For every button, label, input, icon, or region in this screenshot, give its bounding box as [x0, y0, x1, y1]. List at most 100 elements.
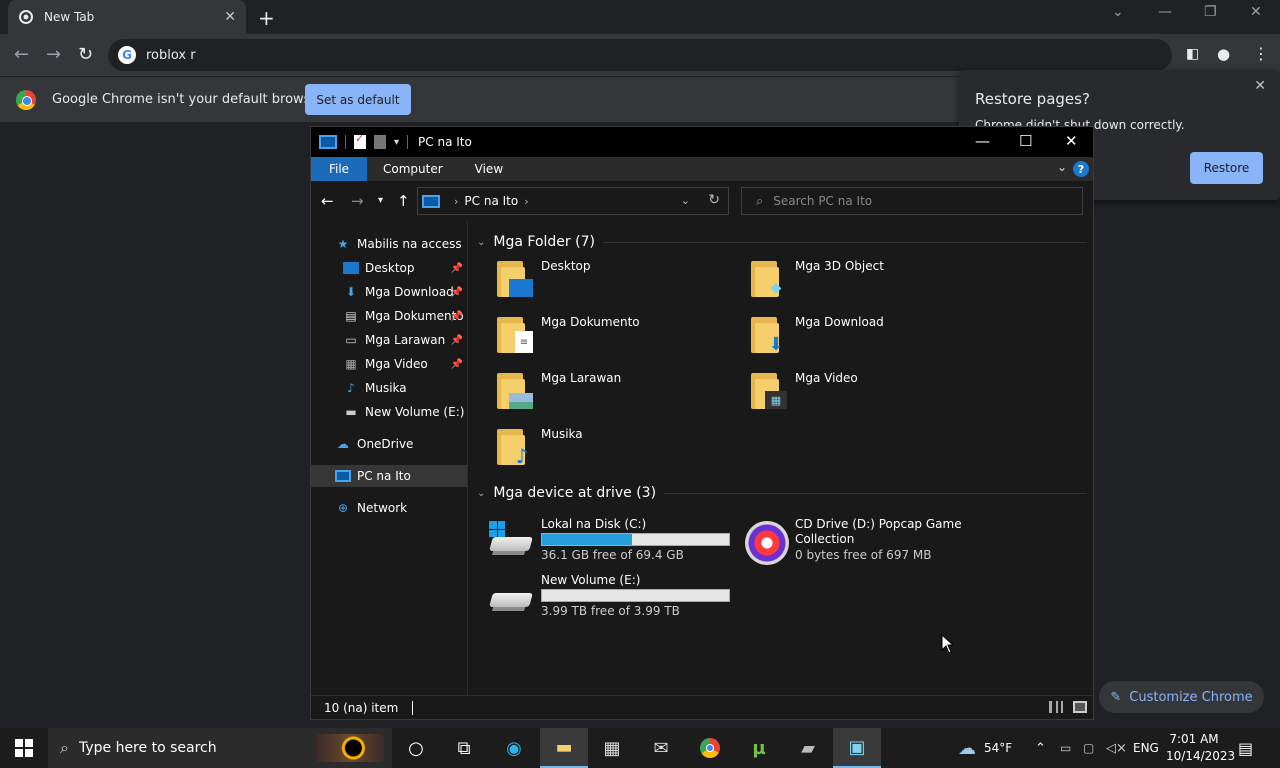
restore-window-icon[interactable]: ❐ — [1204, 4, 1217, 20]
customize-chrome-button[interactable]: ✎ Customize Chrome — [1099, 681, 1264, 713]
side-panel-icon[interactable]: ◧ — [1186, 46, 1199, 62]
clock[interactable]: 7:01 AM 10/14/2023 — [1166, 731, 1235, 765]
large-icons-view-icon[interactable] — [1073, 701, 1087, 713]
search-highlight-image[interactable] — [316, 734, 384, 762]
address-bar[interactable]: › PC na Ito › ⌄ ↻ — [417, 187, 729, 215]
folder-music[interactable]: ♪ Musika — [495, 427, 735, 475]
breadcrumb-separator-icon[interactable]: › — [524, 195, 528, 208]
refresh-icon[interactable]: ↻ — [708, 192, 720, 208]
folder-3d-objects[interactable]: ◆ Mga 3D Object — [749, 259, 989, 307]
windows-logo-icon — [15, 739, 33, 757]
breadcrumb-separator-icon[interactable]: › — [454, 195, 458, 208]
maximize-icon[interactable]: ☐ — [1019, 132, 1032, 150]
drive-icon — [489, 577, 533, 617]
meet-now-icon[interactable]: ▭ — [1060, 728, 1071, 768]
nav-documents[interactable]: ▤ Mga Dokumento 📌 — [311, 305, 467, 327]
nav-new-volume[interactable]: ▬ New Volume (E:) — [311, 401, 467, 423]
tab-file[interactable]: File — [311, 157, 367, 181]
expand-ribbon-icon[interactable]: ⌄ — [1057, 160, 1067, 174]
forward-icon[interactable]: → — [46, 44, 61, 65]
volume-muted-icon[interactable]: ◁× — [1106, 728, 1127, 768]
folder-videos[interactable]: ▦ Mga Video — [749, 371, 989, 419]
nav-desktop[interactable]: Desktop 📌 — [311, 257, 467, 279]
app-icon[interactable]: ▰ — [784, 728, 832, 768]
show-hidden-icons-icon[interactable]: ⌃ — [1035, 728, 1046, 768]
drives-group-header[interactable]: ⌄ Mga device at drive (3) — [477, 485, 1087, 501]
divider — [407, 135, 409, 149]
nav-pictures[interactable]: ▭ Mga Larawan 📌 — [311, 329, 467, 351]
restore-button[interactable]: Restore — [1190, 152, 1263, 184]
folder-downloads[interactable]: ⬇ Mga Download — [749, 315, 989, 363]
folder-label: Mga Video — [795, 371, 858, 385]
close-popup-icon[interactable]: ✕ — [1254, 78, 1266, 94]
start-button[interactable] — [0, 728, 48, 768]
network-status-icon[interactable]: ▢ — [1083, 728, 1094, 768]
file-explorer-icon[interactable]: ▬ — [540, 728, 588, 768]
omnibox[interactable]: G roblox r — [108, 39, 1172, 71]
tab-new-tab[interactable]: New Tab ✕ — [8, 0, 246, 34]
up-icon[interactable]: ↑ — [397, 192, 410, 210]
recent-locations-icon[interactable]: ▾ — [378, 195, 383, 206]
collapse-chevron-icon[interactable]: ⌄ — [477, 488, 485, 499]
profile-icon[interactable]: ● — [1217, 45, 1230, 63]
drive-d[interactable]: CD Drive (D:) Popcap Game Collection 0 b… — [743, 517, 1003, 567]
nav-this-pc[interactable]: PC na Ito — [311, 465, 467, 487]
drive-c[interactable]: Lokal na Disk (C:) 36.1 GB free of 69.4 … — [489, 517, 749, 567]
utorrent-icon[interactable]: µ — [735, 728, 783, 768]
nav-onedrive[interactable]: ☁ OneDrive — [311, 433, 467, 455]
pencil-icon: ✎ — [1110, 689, 1122, 705]
weather-widget[interactable]: ☁ 54°F — [958, 728, 1012, 768]
forward-icon[interactable]: → — [351, 192, 364, 210]
nav-quick-access[interactable]: ★ Mabilis na access — [311, 233, 467, 255]
cortana-icon[interactable]: ○ — [392, 728, 440, 768]
tab-computer[interactable]: Computer — [367, 157, 459, 181]
tab-search-icon[interactable]: ⌄ — [1112, 4, 1124, 20]
drive-label-line2: Collection — [795, 532, 855, 546]
nav-videos[interactable]: ▦ Mga Video 📌 — [311, 353, 467, 375]
drive-e[interactable]: New Volume (E:) 3.99 TB free of 3.99 TB — [489, 573, 749, 623]
address-dropdown-icon[interactable]: ⌄ — [681, 194, 690, 207]
new-tab-button[interactable]: + — [258, 6, 275, 30]
mail-icon[interactable]: ✉ — [637, 728, 685, 768]
minimize-icon[interactable]: — — [1158, 4, 1172, 20]
close-tab-icon[interactable]: ✕ — [224, 9, 236, 25]
nav-network[interactable]: ⊕ Network — [311, 497, 467, 519]
minimize-icon[interactable]: — — [975, 132, 990, 150]
notifications-icon[interactable]: ▤ — [1238, 728, 1253, 768]
document-icon: ≡ — [515, 331, 533, 353]
input-language[interactable]: ENG — [1133, 728, 1159, 768]
set-as-default-button[interactable]: Set as default — [305, 84, 411, 115]
details-view-icon[interactable] — [1049, 701, 1063, 713]
nav-music[interactable]: ♪ Musika — [311, 377, 467, 399]
breadcrumb[interactable]: PC na Ito — [464, 194, 518, 208]
folders-group-header[interactable]: ⌄ Mga Folder (7) — [477, 234, 1087, 250]
edge-icon[interactable]: ◉ — [490, 728, 538, 768]
properties-icon[interactable] — [354, 132, 366, 149]
folder-label: Musika — [541, 427, 583, 441]
reload-icon[interactable]: ↻ — [78, 44, 93, 65]
taskbar-search[interactable]: ⌕ Type here to search — [48, 728, 392, 768]
customize-dropdown-icon[interactable]: ▾ — [394, 137, 399, 148]
microsoft-store-icon[interactable]: ▦ — [588, 728, 636, 768]
task-view-icon[interactable]: ⧉ — [440, 728, 488, 768]
back-icon[interactable]: ← — [321, 192, 334, 210]
close-icon[interactable]: ✕ — [1065, 132, 1078, 150]
collapse-chevron-icon[interactable]: ⌄ — [477, 237, 485, 248]
music-icon: ♪ — [515, 444, 529, 468]
close-window-icon[interactable]: ✕ — [1250, 4, 1262, 20]
folder-desktop[interactable]: Desktop — [495, 259, 735, 307]
new-folder-icon[interactable] — [374, 135, 386, 149]
help-icon[interactable]: ? — [1073, 161, 1089, 177]
folder-documents[interactable]: ≡ Mga Dokumento — [495, 315, 735, 363]
infobar-message: Google Chrome isn't your default browser — [52, 92, 324, 107]
tab-view[interactable]: View — [459, 157, 519, 181]
group-title: Mga Folder (7) — [493, 234, 595, 250]
nav-downloads[interactable]: ⬇ Mga Download 📌 — [311, 281, 467, 303]
back-icon[interactable]: ← — [14, 44, 29, 65]
menu-kebab-icon[interactable]: ⋮ — [1253, 44, 1269, 63]
search-box[interactable]: ⌕ Search PC na Ito — [741, 187, 1083, 215]
chrome-icon[interactable] — [686, 728, 734, 768]
music-icon: ♪ — [347, 381, 355, 395]
folder-pictures[interactable]: Mga Larawan — [495, 371, 735, 419]
window-app-icon[interactable]: ▣ — [833, 728, 881, 768]
